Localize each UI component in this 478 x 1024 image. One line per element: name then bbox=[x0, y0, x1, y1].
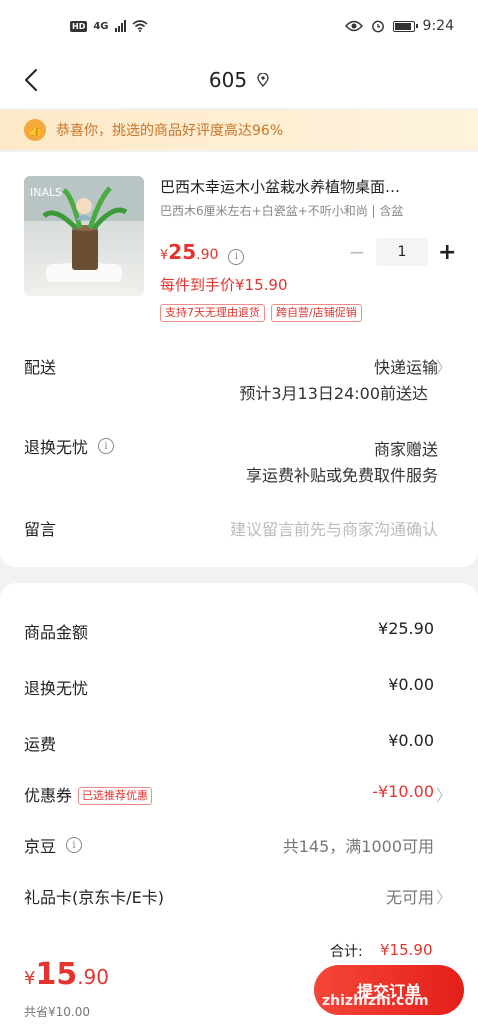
tag-promo: 跨自营/店铺促销 bbox=[271, 304, 362, 322]
return-service-desc: 享运费补贴或免费取件服务 bbox=[245, 466, 438, 485]
total-dec: .90 bbox=[77, 965, 110, 989]
decrease-button[interactable]: − bbox=[348, 240, 366, 264]
product-image[interactable]: INALS bbox=[24, 176, 144, 296]
price-dec: .90 bbox=[196, 247, 219, 263]
thumbs-up-icon: 👍 bbox=[24, 119, 46, 141]
nav-title-text: 605 bbox=[208, 68, 248, 92]
plant-illustration: INALS bbox=[24, 176, 144, 282]
tag-return: 支持7天无理由退货 bbox=[160, 304, 265, 322]
status-bar: HD 4G 9:24 bbox=[0, 0, 478, 52]
coupon-row[interactable]: 优惠券 已选推荐优惠 bbox=[24, 782, 153, 806]
delivery-chevron-icon[interactable]: 〉 bbox=[436, 354, 452, 378]
giftcard-label[interactable]: 礼品卡(京东卡/E卡) bbox=[24, 884, 164, 908]
price-int: 25 bbox=[168, 240, 197, 264]
product-card: INALS 巴西木幸运木小盆栽水养植物桌面… 巴西木6厘米左右+白瓷盆+不听小和… bbox=[0, 152, 478, 567]
price-info-icon[interactable]: i bbox=[228, 248, 245, 265]
wifi-icon bbox=[131, 20, 148, 32]
product-spec[interactable]: 巴西木6厘米左右+白瓷盆+不听小和尚 | 含盆 bbox=[160, 202, 403, 219]
giftcard-chevron-icon[interactable]: 〉 bbox=[436, 884, 452, 908]
total-yen: ¥ bbox=[24, 968, 36, 989]
return-fee-value: ¥0.00 bbox=[388, 675, 434, 694]
return-service-value: 商家赠送 bbox=[373, 440, 438, 459]
price-yen: ¥ bbox=[160, 248, 169, 263]
price-summary-card: 商品金额 ¥25.90 退换无忧 ¥0.00 运费 ¥0.00 优惠券 已选推荐优… bbox=[0, 583, 478, 943]
saved-amount: 共省¥10.00 bbox=[24, 1005, 90, 1019]
battery-icon bbox=[392, 20, 418, 32]
beans-label: 京豆 bbox=[24, 837, 57, 856]
goods-amount-value: ¥25.90 bbox=[378, 619, 434, 638]
hd-badge: HD bbox=[70, 20, 88, 32]
return-service-row: 退换无忧 i bbox=[24, 434, 115, 458]
alarm-icon bbox=[371, 20, 384, 33]
goods-amount-label: 商品金额 bbox=[24, 623, 89, 642]
eye-icon bbox=[344, 20, 363, 32]
shipping-value: ¥0.00 bbox=[388, 731, 434, 750]
back-button[interactable] bbox=[24, 64, 54, 96]
giftcard-value[interactable]: 无可用 bbox=[386, 884, 434, 908]
nav-bar: 605 bbox=[0, 52, 478, 108]
beans-value: 共145，满1000可用 bbox=[282, 837, 434, 856]
coupon-label: 优惠券 bbox=[24, 786, 73, 805]
banner-text: 恭喜你，挑选的商品好评度高达96% bbox=[56, 123, 284, 139]
total-amount-small: ¥15.90 bbox=[380, 941, 433, 959]
remark-label: 留言 bbox=[24, 520, 57, 539]
return-service-label: 退换无忧 bbox=[24, 438, 89, 457]
svg-text:INALS: INALS bbox=[30, 186, 62, 199]
total-int: 15 bbox=[35, 957, 78, 992]
beans-row: 京豆 i bbox=[24, 833, 83, 857]
total-amount: ¥ 15 .90 bbox=[24, 957, 109, 992]
watermark: zhizhizhi.com bbox=[322, 993, 429, 1009]
total-label: 合计: bbox=[330, 944, 363, 960]
shipping-label: 运费 bbox=[24, 735, 57, 754]
praise-banner: 👍 恭喜你，挑选的商品好评度高达96% bbox=[0, 110, 478, 150]
status-left: HD 4G bbox=[70, 20, 148, 32]
delivery-label: 配送 bbox=[24, 358, 57, 377]
delivery-eta: 预计3月13日24:00前送达 bbox=[239, 384, 428, 403]
delivery-method[interactable]: 快递运输 bbox=[374, 354, 438, 378]
checkout-bar: 合计: ¥15.90 ¥ 15 .90 共省¥10.00 提交订单 zhizhi… bbox=[0, 941, 478, 1024]
back-arrow-icon bbox=[25, 69, 37, 91]
product-price: ¥ 25 .90 i bbox=[160, 240, 245, 265]
return-fee-label: 退换无忧 bbox=[24, 679, 89, 698]
service-tags: 支持7天无理由退货 跨自营/店铺促销 bbox=[160, 304, 362, 322]
network-type: 4G bbox=[93, 20, 109, 32]
coupon-chevron-icon[interactable]: 〉 bbox=[436, 782, 452, 806]
return-info-icon[interactable]: i bbox=[98, 438, 115, 454]
beans-info-icon[interactable]: i bbox=[66, 837, 83, 853]
product-title[interactable]: 巴西木幸运木小盆栽水养植物桌面… bbox=[160, 176, 460, 197]
signal-icon bbox=[114, 20, 126, 32]
increase-button[interactable]: + bbox=[438, 240, 456, 265]
coupon-value[interactable]: -¥10.00 bbox=[372, 782, 434, 801]
coupon-tag: 已选推荐优惠 bbox=[78, 787, 153, 805]
quantity-stepper: − 1 + bbox=[348, 238, 456, 266]
remark-input[interactable]: 建议留言前先与商家沟通确认 bbox=[230, 516, 438, 540]
status-right: 9:24 bbox=[344, 18, 454, 34]
location-pin-icon bbox=[257, 73, 269, 87]
per-item-price: 每件到手价¥15.90 bbox=[160, 276, 288, 294]
status-time: 9:24 bbox=[422, 18, 454, 34]
quantity-field[interactable]: 1 bbox=[376, 238, 428, 266]
address-title[interactable]: 605 bbox=[209, 68, 269, 92]
